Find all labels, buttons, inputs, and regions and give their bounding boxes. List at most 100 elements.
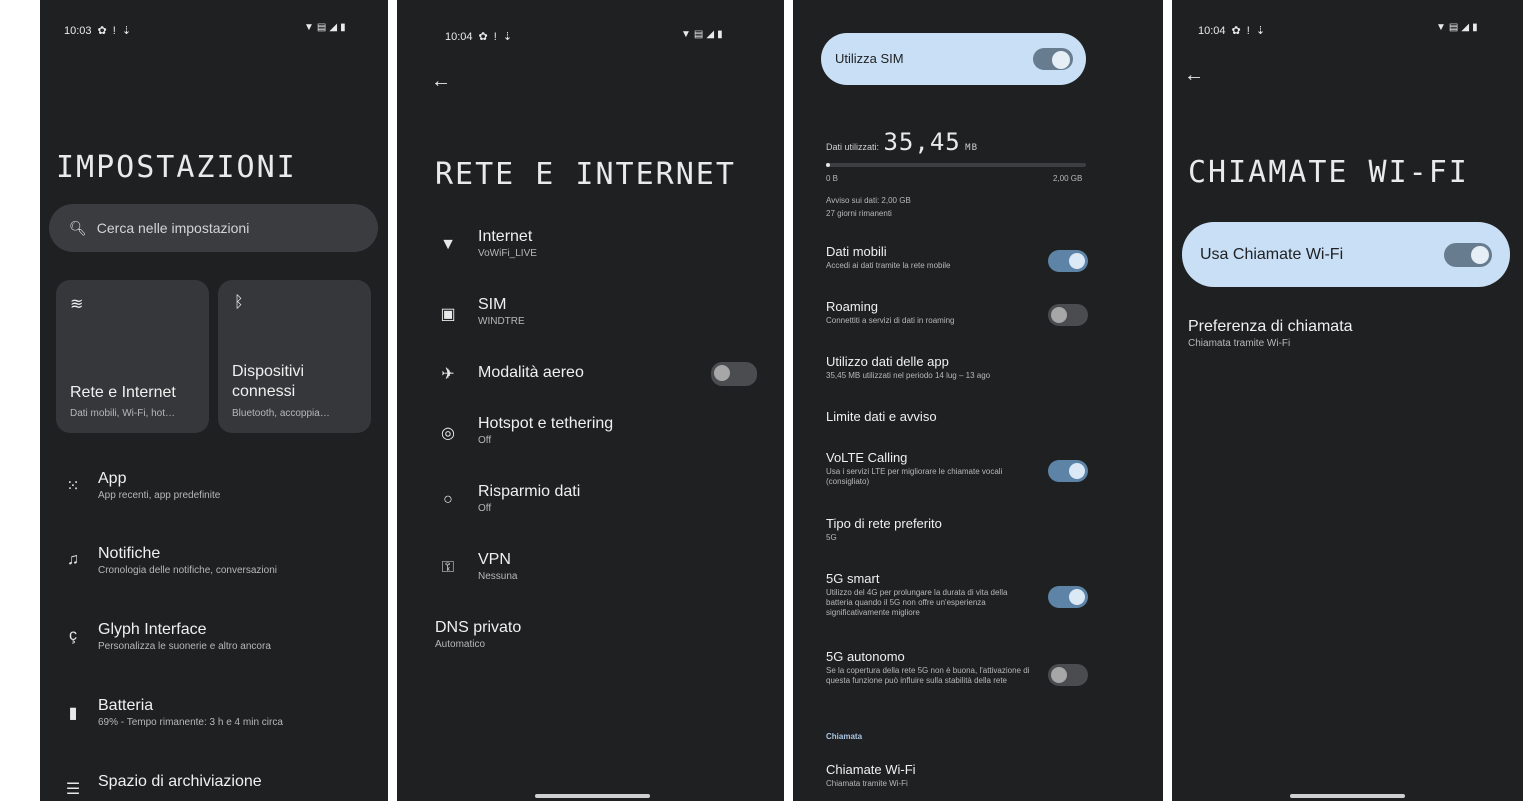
search-bar[interactable]: 🔍︎ Cerca nelle impostazioni xyxy=(49,204,378,252)
back-arrow-icon[interactable]: ← xyxy=(431,70,451,93)
list-item-batteria[interactable]: ▮ Batteria 69% - Tempo rimanente: 3 h e … xyxy=(40,697,388,747)
dati-mobili-toggle[interactable] xyxy=(1048,250,1088,272)
item-title: Batteria xyxy=(98,697,154,714)
item-subtitle: Usa i servizi LTE per migliorare le chia… xyxy=(826,467,1003,486)
list-item-vpn[interactable]: ⚿ VPN Nessuna xyxy=(397,551,784,595)
item-subtitle: 69% - Tempo rimanente: 3 h e 4 min circa xyxy=(98,717,283,728)
item-subtitle: Se la copertura della rete 5G non è buon… xyxy=(826,666,1030,685)
item-title: Preferenza di chiamata xyxy=(1188,318,1353,335)
usa-chiamate-wifi-row[interactable]: Usa Chiamate Wi-Fi xyxy=(1182,222,1510,287)
utilizza-sim-row[interactable]: Utilizza SIM xyxy=(821,33,1086,85)
days-left: 27 giorni rimanenti xyxy=(826,209,892,218)
list-item-notifiche[interactable]: ♫ Notifiche Cronologia delle notifiche, … xyxy=(40,545,388,595)
gear-icon: ✿ xyxy=(1231,25,1241,37)
item-title: Notifiche xyxy=(98,545,161,562)
tile-title: Rete e Internet xyxy=(70,384,176,401)
item-subtitle: Cronologia delle notifiche, conversazion… xyxy=(98,565,277,576)
usage-progress-track xyxy=(826,163,1086,167)
item-title: 5G autonomo xyxy=(826,649,905,664)
battery-icon: ▮ xyxy=(68,705,78,722)
tile-subtitle: Bluetooth, accoppia… xyxy=(232,408,330,419)
volte-toggle[interactable] xyxy=(1048,460,1088,482)
tile-rete-internet[interactable]: ≋ Rete e Internet Dati mobili, Wi-Fi, ho… xyxy=(56,280,209,433)
signal-icon: ◢ xyxy=(706,29,715,40)
data-used-label: Dati utilizzati: xyxy=(826,142,880,152)
item-subtitle: Chiamata tramite Wi-Fi xyxy=(1188,338,1291,349)
setting-tipo-rete[interactable]: Tipo di rete preferito 5G xyxy=(793,516,1163,552)
item-title: Hotspot e tethering xyxy=(478,415,614,432)
item-title: Internet xyxy=(478,228,533,245)
signal-icon: ◢ xyxy=(329,22,338,33)
back-arrow-icon[interactable]: ← xyxy=(1184,64,1204,87)
sim-toggle-label: Utilizza SIM xyxy=(835,51,904,66)
setting-5g-autonomo[interactable]: 5G autonomo Se la copertura della rete 5… xyxy=(793,649,1163,707)
search-input[interactable]: Cerca nelle impostazioni xyxy=(97,220,250,236)
network-panel: 10:04 ✿ ! ⇣ ▼ ▤ ◢ ▮ ← RETE E INTERNET ▼ … xyxy=(397,0,784,801)
tile-dispositivi-connessi[interactable]: ᛒ Dispositivi connessi Bluetooth, accopp… xyxy=(218,280,371,433)
status-time: 10:04 xyxy=(1198,24,1226,37)
list-item-hotspot[interactable]: ◎ Hotspot e tethering Off xyxy=(397,415,784,459)
alert-icon: ! xyxy=(112,24,116,37)
data-used-unit: MB xyxy=(965,143,979,153)
item-title: 5G smart xyxy=(826,571,880,586)
battery-status-icon: ▮ xyxy=(340,22,346,33)
vowifi-icon: ▤ xyxy=(316,22,327,33)
setting-volte[interactable]: VoLTE Calling Usa i servizi LTE per migl… xyxy=(793,450,1163,496)
page-title: RETE E INTERNET xyxy=(435,157,736,192)
setting-preferenza-chiamata[interactable]: Preferenza di chiamata Chiamata tramite … xyxy=(1172,318,1523,358)
tile-subtitle: Dati mobili, Wi-Fi, hot… xyxy=(70,408,176,419)
setting-dati-mobili[interactable]: Dati mobili Accedi ai dati tramite la re… xyxy=(793,244,1163,280)
wifi-calling-toggle[interactable] xyxy=(1444,243,1492,267)
setting-chiamate-wifi[interactable]: Chiamate Wi-Fi Chiamata tramite Wi-Fi xyxy=(793,762,1163,798)
hotspot-icon: ◎ xyxy=(441,425,455,442)
setting-utilizzo-dati-app[interactable]: Utilizzo dati delle app 35,45 MB utilizz… xyxy=(793,354,1163,390)
list-item-dns-privato[interactable]: DNS privato Automatico xyxy=(397,619,784,663)
item-subtitle: App recenti, app predefinite xyxy=(98,490,221,501)
list-item-glyph[interactable]: ç Glyph Interface Personalizza le suoner… xyxy=(40,621,388,671)
item-title: VoLTE Calling xyxy=(826,450,908,465)
vowifi-icon: ▤ xyxy=(1448,22,1459,33)
vpn-key-icon: ⚿ xyxy=(441,559,455,576)
sim-toggle[interactable] xyxy=(1033,48,1073,70)
signal-icon: ◢ xyxy=(1461,22,1470,33)
setting-limite-dati[interactable]: Limite dati e avviso xyxy=(793,409,1163,433)
item-title: Chiamate Wi-Fi xyxy=(826,762,916,777)
item-title: Tipo di rete preferito xyxy=(826,516,942,531)
item-title: DNS privato xyxy=(435,619,522,636)
sim-panel: Utilizza SIM Dati utilizzati: 35,45 MB 0… xyxy=(793,0,1163,801)
usage-progress-fill xyxy=(826,163,831,167)
bluetooth-icon: ᛒ xyxy=(234,294,244,311)
wifi-filled-icon: ▼ xyxy=(440,236,456,253)
item-title: Limite dati e avviso xyxy=(826,409,937,424)
gear-icon: ✿ xyxy=(478,31,488,43)
5g-autonomo-toggle[interactable] xyxy=(1048,664,1088,686)
status-bar: 10:04 ✿ ! ⇣ xyxy=(1198,24,1265,38)
setting-roaming[interactable]: Roaming Connettiti a servizi di dati in … xyxy=(793,299,1163,335)
data-usage-summary: Dati utilizzati: 35,45 MB xyxy=(826,128,978,156)
item-subtitle: Off xyxy=(478,503,492,514)
list-item-risparmio-dati[interactable]: ○ Risparmio dati Off xyxy=(397,483,784,527)
item-title: Utilizzo dati delle app xyxy=(826,354,949,369)
wifi-calling-panel: 10:04 ✿ ! ⇣ ▼ ▤ ◢ ▮ ← CHIAMATE WI-FI Usa… xyxy=(1172,0,1523,801)
page-title: IMPOSTAZIONI xyxy=(56,150,297,185)
5g-smart-toggle[interactable] xyxy=(1048,586,1088,608)
list-item-internet[interactable]: ▼ Internet VoWiFi_LIVE xyxy=(397,228,784,272)
status-time: 10:03 xyxy=(64,24,92,37)
item-title: Roaming xyxy=(826,299,879,314)
list-item-app[interactable]: ⁙ App App recenti, app predefinite xyxy=(40,470,388,520)
list-item-modalita-aereo[interactable]: ✈ Modalità aereo xyxy=(397,362,784,388)
home-indicator[interactable] xyxy=(535,794,650,798)
status-icons: ▼ ▤ ◢ ▮ xyxy=(304,22,346,33)
item-subtitle: 35,45 MB utilizzati nel periodo 14 lug –… xyxy=(826,371,991,380)
toggle-label: Usa Chiamate Wi-Fi xyxy=(1200,246,1344,263)
home-indicator[interactable] xyxy=(1290,794,1405,798)
item-subtitle: VoWiFi_LIVE xyxy=(478,248,537,259)
setting-5g-smart[interactable]: 5G smart Utilizzo del 4G per prolungare … xyxy=(793,571,1163,629)
list-item-sim[interactable]: ▣ SIM WINDTRE xyxy=(397,296,784,340)
airplane-mode-toggle[interactable] xyxy=(711,362,757,386)
roaming-toggle[interactable] xyxy=(1048,304,1088,326)
list-item-archiviazione[interactable]: ☰ Spazio di archiviazione xyxy=(40,773,388,801)
battery-status-icon: ▮ xyxy=(717,29,723,40)
item-title: Dati mobili xyxy=(826,244,887,259)
item-title: SIM xyxy=(478,296,507,313)
